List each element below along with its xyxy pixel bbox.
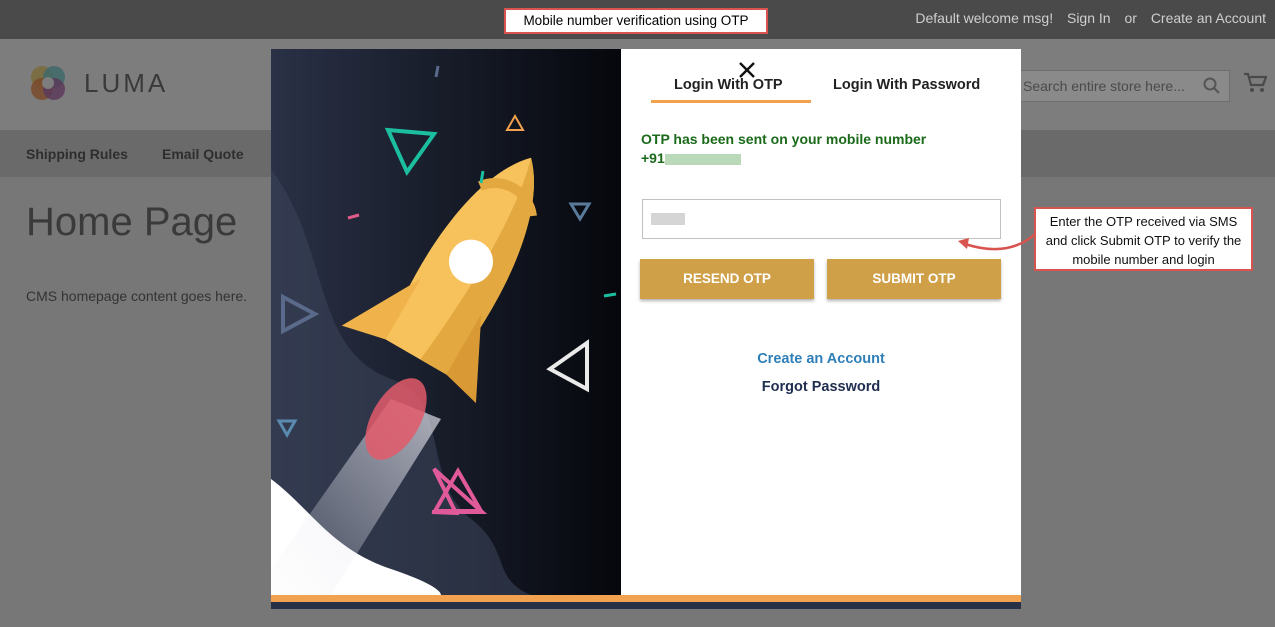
active-tab-indicator [651,100,811,103]
logo-text[interactable]: LUMA [84,68,168,99]
otp-input[interactable] [642,199,1001,239]
forgot-password-link[interactable]: Forgot Password [641,379,1001,395]
rocket-illustration [271,49,621,595]
callout-arrow-icon [958,233,1036,251]
mobile-number: +91 [641,149,926,168]
cart-icon[interactable] [1243,72,1267,94]
sign-in-link[interactable]: Sign In [1067,10,1111,26]
search-input[interactable]: Search entire store here... [1012,70,1230,102]
blurred-number [664,153,741,165]
otp-sent-message: OTP has been sent on your mobile number … [641,130,926,168]
submit-otp-button[interactable]: SUBMIT OTP [827,259,1001,299]
nav-item-shipping-rules[interactable]: Shipping Rules [26,146,128,162]
welcome-message: Default welcome msg! [915,10,1054,26]
close-icon[interactable] [739,62,755,78]
tab-login-with-password[interactable]: Login With Password [833,77,980,93]
or-text: or [1124,10,1137,26]
header-links: Default welcome msg! Sign In or Create a… [905,10,1266,26]
luma-logo-icon[interactable] [26,61,70,105]
otp-sent-text: OTP has been sent on your mobile number [641,131,927,147]
modal-accent-stripe [271,595,1021,602]
page-title: Home Page [26,200,238,244]
page-content: CMS homepage content goes here. [26,288,248,304]
nav-item-email-quote[interactable]: Email Quote [162,146,244,162]
search-icon[interactable] [1203,77,1221,95]
callout-otp-verification: Mobile number verification using OTP [504,8,768,34]
search-placeholder: Search entire store here... [1023,78,1185,94]
callout-instructions: Enter the OTP received via SMS and click… [1034,207,1253,271]
tab-login-with-otp[interactable]: Login With OTP [674,77,783,93]
modal-footer-bar [271,602,1021,609]
resend-otp-button[interactable]: RESEND OTP [640,259,814,299]
create-account-header-link[interactable]: Create an Account [1151,10,1266,26]
create-account-link[interactable]: Create an Account [641,351,1001,367]
masked-otp-value [651,213,685,225]
mobile-prefix: +91 [641,150,665,166]
